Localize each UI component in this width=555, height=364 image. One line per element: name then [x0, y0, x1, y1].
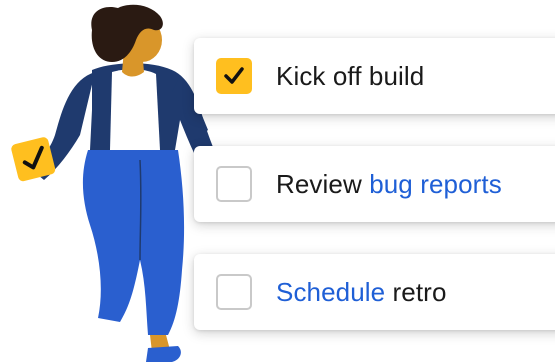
task-text: Kick off build — [276, 60, 425, 91]
task-label: Schedule retro — [276, 277, 447, 308]
pants-crease — [139, 159, 142, 261]
task-link[interactable]: bug reports — [369, 169, 502, 199]
task-card[interactable]: Review bug reports — [194, 146, 555, 222]
task-checkbox-checked[interactable] — [216, 58, 252, 94]
task-checkbox-unchecked[interactable] — [216, 274, 252, 310]
task-card[interactable]: Kick off build — [194, 38, 555, 114]
checkmark-icon — [224, 67, 244, 84]
task-label: Kick off build — [276, 61, 424, 92]
task-label: Review bug reports — [276, 169, 502, 200]
task-text: retro — [385, 276, 447, 307]
pants — [82, 150, 185, 335]
task-card[interactable]: Schedule retro — [194, 254, 555, 330]
task-link[interactable]: Schedule — [276, 277, 385, 307]
task-checkbox-unchecked[interactable] — [216, 166, 252, 202]
shoe — [146, 346, 181, 362]
task-checklist-hero: Kick off build Review bug reports Schedu… — [0, 0, 555, 364]
held-checkbox-icon — [11, 137, 56, 182]
task-text: Review — [276, 168, 370, 199]
shirt — [110, 69, 160, 150]
